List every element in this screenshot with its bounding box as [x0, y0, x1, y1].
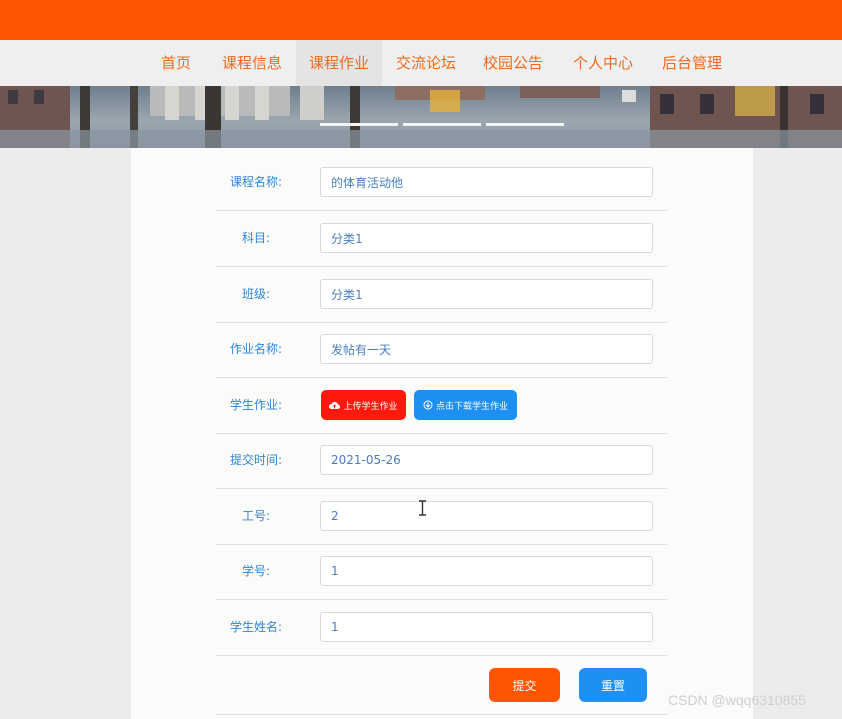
download-homework-button[interactable]: 点击下载学生作业 [414, 390, 517, 420]
text-cursor-icon [419, 500, 426, 516]
submit-time-input[interactable] [320, 445, 653, 475]
staff-no-input[interactable] [320, 501, 653, 531]
form-row-submit-time: 提交时间: [216, 433, 667, 489]
carousel-indicator-2[interactable] [403, 123, 481, 126]
homework-name-input[interactable] [320, 334, 653, 364]
carousel-indicator-3[interactable] [486, 123, 564, 126]
form-row-student-no: 学号: [216, 544, 667, 600]
student-no-input[interactable] [320, 556, 653, 586]
submit-button[interactable]: 提交 [489, 668, 560, 702]
form-row-homework-name: 作业名称: [216, 322, 667, 378]
form-row-class: 班级: [216, 267, 667, 323]
reset-button[interactable]: 重置 [579, 668, 647, 702]
nav-item-course-homework[interactable]: 课程作业 [296, 40, 382, 86]
nav-item-announcements[interactable]: 校园公告 [475, 40, 551, 86]
form-row-student-name: 学生姓名: [216, 600, 667, 656]
upload-homework-label: 上传学生作业 [343, 401, 398, 412]
nav-item-forum[interactable]: 交流论坛 [388, 40, 464, 86]
cloud-upload-icon [329, 401, 341, 409]
form-row-student-homework: 学生作业: 上传学生作业 点击下载学生作业 [216, 378, 667, 434]
class-input[interactable] [320, 279, 653, 309]
course-name-input[interactable] [320, 167, 653, 197]
form-row-actions: 提交 重置 [216, 655, 667, 715]
form-row-subject: 科目: [216, 211, 667, 267]
student-name-input[interactable] [320, 612, 653, 642]
nav-item-admin[interactable]: 后台管理 [654, 40, 730, 86]
subject-input[interactable] [320, 223, 653, 253]
carousel-indicator-1[interactable] [320, 123, 398, 126]
nav-item-home[interactable]: 首页 [150, 40, 202, 86]
csdn-watermark: CSDN @wqq6310855 [668, 692, 806, 708]
upload-homework-button[interactable]: 上传学生作业 [321, 390, 406, 420]
top-header-bar [0, 0, 842, 40]
form-row-staff-no: 工号: [216, 489, 667, 545]
download-circle-icon [423, 400, 433, 410]
main-nav: 首页 课程信息 课程作业 交流论坛 校园公告 个人中心 后台管理 [0, 40, 842, 86]
form-row-course-name: 课程名称: [216, 155, 667, 211]
nav-item-personal-center[interactable]: 个人中心 [565, 40, 641, 86]
download-homework-label: 点击下载学生作业 [435, 401, 508, 412]
campus-banner-image [0, 86, 842, 148]
nav-item-course-info[interactable]: 课程信息 [214, 40, 290, 86]
